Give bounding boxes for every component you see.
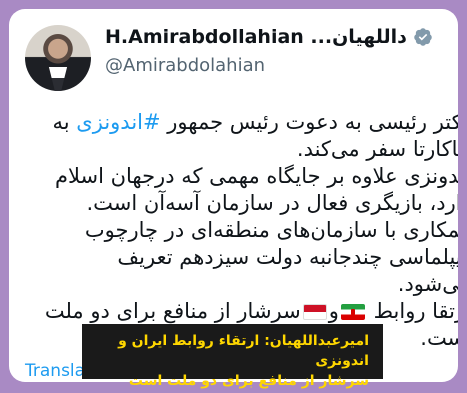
tweet-line: دارد، بازیگری فعال در سازمان آسه‌آن است. bbox=[86, 191, 458, 215]
tweet-line: می‌شود. bbox=[397, 272, 458, 296]
tweet-text-segment: سرشار از منافع برای دو ملت bbox=[44, 299, 301, 323]
caption-line: امیرعبداللهیان: ارتقاء روابط ایران و اند… bbox=[118, 333, 369, 369]
tweet-text-segment: دکتر رئیسی به دعوت رئیس جمهور bbox=[160, 110, 458, 134]
verified-badge-icon bbox=[414, 28, 432, 46]
tweet-line: جاکارتا سفر می‌کند. bbox=[296, 137, 458, 161]
tweet-line: اندونزی علاوه بر جایگاه مهمی که درجهان ا… bbox=[54, 164, 458, 188]
image-frame: H.Amirabdollahian ...داللهیان @Amirabdol… bbox=[0, 0, 467, 393]
tweet-line: ارتقا روابط و سرشار از منافع برای دو ملت bbox=[19, 298, 458, 325]
avatar[interactable] bbox=[25, 25, 91, 91]
caption-line: سرشار از منافع برای دو ملت است bbox=[128, 373, 369, 389]
name-row: H.Amirabdollahian ...داللهیان bbox=[105, 25, 433, 49]
tweet-line: دیپلماسی چندجانبه دولت سیزدهم تعریف bbox=[117, 245, 458, 269]
user-handle[interactable]: @Amirabdolahian bbox=[105, 55, 265, 76]
tweet-text: دکتر رئیسی به دعوت رئیس جمهور #اندونزی ب… bbox=[19, 109, 458, 352]
tweet-text-segment: و bbox=[328, 299, 339, 323]
display-name[interactable]: H.Amirabdollahian ...داللهیان bbox=[105, 26, 407, 48]
tweet-line: همکاری با سازمان‌های منطقه‌ای در چارچوب bbox=[84, 218, 458, 242]
tweet-text-segment: ارتقا روابط bbox=[373, 299, 458, 323]
iran-flag-icon bbox=[340, 304, 365, 320]
indonesia-flag-icon bbox=[302, 304, 327, 320]
news-caption: امیرعبداللهیان: ارتقاء روابط ایران و اند… bbox=[82, 324, 383, 389]
tweet-text-segment: به bbox=[52, 110, 77, 134]
translate-link[interactable]: Transla bbox=[25, 361, 85, 381]
tweet-line: دکتر رئیسی به دعوت رئیس جمهور #اندونزی ب… bbox=[19, 109, 458, 136]
hashtag-link[interactable]: #اندونزی bbox=[76, 110, 160, 134]
